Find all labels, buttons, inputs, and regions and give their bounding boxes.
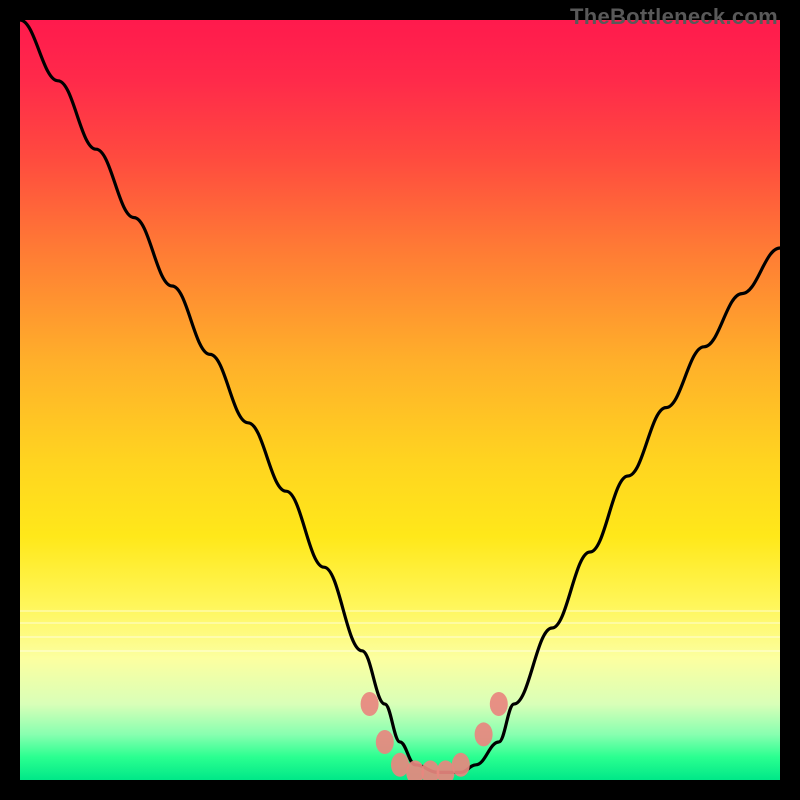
marker-dot xyxy=(475,722,493,746)
chart-frame xyxy=(20,20,780,780)
curve-line xyxy=(20,20,780,772)
watermark-text: TheBottleneck.com xyxy=(570,4,778,30)
marker-dot xyxy=(421,760,439,780)
marker-dot xyxy=(376,730,394,754)
marker-dot xyxy=(490,692,508,716)
bottleneck-curve-plot xyxy=(20,20,780,780)
marker-cluster xyxy=(361,692,508,780)
marker-dot xyxy=(361,692,379,716)
marker-dot xyxy=(452,753,470,777)
